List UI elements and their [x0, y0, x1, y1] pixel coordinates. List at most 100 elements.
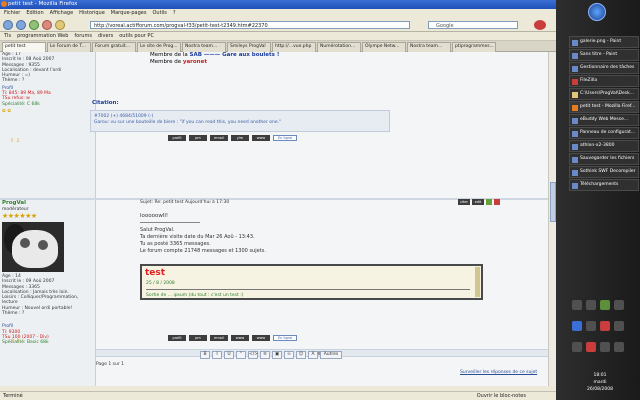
back-arrow-icon[interactable]	[3, 20, 13, 30]
tray-icon[interactable]	[586, 321, 596, 331]
edit-button[interactable]: edit	[472, 199, 484, 205]
tray-icon[interactable]	[572, 342, 582, 352]
link-button[interactable]: ∞	[284, 351, 294, 359]
taskbar-item[interactable]: Gestionnaire des tâches	[569, 62, 639, 74]
taskbar-item-active[interactable]: petit test - Mozilla Firef...	[569, 101, 639, 113]
sig-yaronet[interactable]: yaronet	[183, 59, 207, 65]
taskbar-item[interactable]: athlon-x2-3800	[569, 140, 639, 152]
pm-button[interactable]: pm	[189, 335, 207, 341]
taskbar-item[interactable]: Sothink SWF Decompiler	[569, 166, 639, 178]
tab-petit-test[interactable]: petit test	[2, 42, 46, 52]
notepad-link[interactable]: Ouvrir le bloc-notes	[477, 393, 526, 399]
tab-11[interactable]: ptiprogrammes...	[452, 42, 496, 52]
menu-tools[interactable]: Outils	[152, 10, 166, 17]
www-button[interactable]: www	[231, 335, 249, 341]
bookmark-programmation-web[interactable]: programmation Web	[17, 33, 68, 39]
pm-button[interactable]: pm	[189, 135, 207, 141]
code-button[interactable]: </>	[248, 351, 258, 359]
menu-file[interactable]: Fichier	[4, 10, 20, 17]
navigation-toolbar: http://voreal.actifforum.com/progval-f33…	[0, 18, 556, 32]
ip-icon[interactable]	[486, 199, 492, 205]
reload-icon[interactable]	[29, 20, 39, 30]
adblock-icon[interactable]	[534, 20, 546, 30]
menu-bookmarks[interactable]: Marque-pages	[111, 10, 147, 17]
tray-icon[interactable]	[586, 342, 596, 352]
bookmark-divers[interactable]: divers	[98, 33, 113, 39]
image-button[interactable]: ▣	[272, 351, 282, 359]
sig-text: ——— Gare aux boulets !	[203, 52, 280, 58]
italic-button[interactable]: I	[212, 351, 222, 359]
quote-button[interactable]: citer	[458, 199, 470, 205]
arrow-icons[interactable]: ⇧ ⇩	[10, 338, 20, 344]
taskbar-item[interactable]: eBuddy Web Messe...	[569, 114, 639, 126]
tray-icon[interactable]	[572, 321, 582, 331]
taskbar-item[interactable]: FileZilla	[569, 75, 639, 87]
windows-start-icon[interactable]	[588, 3, 606, 21]
more-select[interactable]: Autres	[320, 351, 342, 359]
menu-edit[interactable]: Edition	[26, 10, 43, 17]
pagination: Page 1 sur 1	[96, 362, 124, 367]
stat-line: Spécialité: C 68k	[2, 101, 40, 107]
bookmark-tls[interactable]: Tls	[4, 33, 11, 39]
www-button[interactable]: www	[252, 135, 270, 141]
color-button[interactable]: A	[308, 351, 318, 359]
search-input[interactable]: Google	[428, 21, 518, 29]
msn-button[interactable]: www	[252, 335, 270, 341]
menu-history[interactable]: Historique	[79, 10, 105, 17]
smiley-icon[interactable]: ☺	[296, 351, 306, 359]
task-label: petit test - Mozilla Firef...	[580, 104, 636, 109]
stop-icon[interactable]	[42, 20, 52, 30]
post2-username[interactable]: ProgVal	[2, 200, 26, 206]
profile-button[interactable]: profil	[168, 135, 186, 141]
avatar-cat-eye	[38, 240, 48, 250]
tab-7[interactable]: http://...vue.php	[272, 42, 316, 52]
post-text: Ta dernière visite date du Mar 26 Aoû - …	[140, 234, 255, 240]
tab-4[interactable]: Le site de Prog...	[137, 42, 181, 52]
tab-8[interactable]: Numérotation...	[317, 42, 361, 52]
tray-icon[interactable]	[572, 300, 582, 310]
tray-icon[interactable]	[600, 342, 610, 352]
tray-icon[interactable]	[586, 300, 596, 310]
clock-time: 18:01	[593, 373, 607, 378]
post-text: Tu as posté 3365 messages.	[140, 241, 211, 247]
tray-icon[interactable]	[614, 321, 624, 331]
tab-9[interactable]: Olympe Netw...	[362, 42, 406, 52]
taskbar-item[interactable]: galerie.png - Paint	[569, 36, 639, 48]
list-button[interactable]: ≡	[260, 351, 270, 359]
system-clock[interactable]: 18:01 mardi 26/08/2008	[570, 372, 630, 393]
post1-actions: profil pm email yim www En ligne	[168, 135, 297, 141]
watch-topic-link[interactable]: Surveiller les réponses de ce sujet	[460, 370, 537, 375]
bold-button[interactable]: B	[200, 351, 210, 359]
page-scrollbar[interactable]	[548, 52, 556, 386]
taskbar-item[interactable]: Sans titre - Paint	[569, 49, 639, 61]
tray-icon[interactable]	[614, 300, 624, 310]
home-icon[interactable]	[55, 20, 65, 30]
volume-icon[interactable]	[614, 342, 624, 352]
taskbar-item[interactable]: C:\Users\ProgVal\Desk...	[569, 88, 639, 100]
bookmark-forums[interactable]: forums	[74, 33, 92, 39]
email-button[interactable]: email	[210, 335, 228, 341]
arrow-icons[interactable]: ⇧ ⇩	[10, 138, 20, 144]
quote-button[interactable]: "	[236, 351, 246, 359]
menu-help[interactable]: ?	[173, 10, 176, 17]
taskbar-item[interactable]: Panneau de configurat...	[569, 127, 639, 139]
tab-2[interactable]: Le Forum de T...	[47, 42, 91, 52]
taskbar-item[interactable]: Téléchargements	[569, 179, 639, 191]
forward-arrow-icon[interactable]	[16, 20, 26, 30]
bookmark-outils[interactable]: outils pour PC	[119, 33, 154, 39]
tab-5[interactable]: Nostra team...	[182, 42, 226, 52]
profile-button[interactable]: profil	[168, 335, 186, 341]
underline-button[interactable]: U	[224, 351, 234, 359]
delete-icon[interactable]	[494, 199, 500, 205]
tab-6[interactable]: Smileys ProgVal	[227, 42, 271, 52]
tab-3[interactable]: Forum gratuit...	[92, 42, 136, 52]
url-input[interactable]: http://voreal.actifforum.com/progval-f33…	[90, 21, 410, 29]
yim-button[interactable]: yim	[231, 135, 249, 141]
email-button[interactable]: email	[210, 135, 228, 141]
tray-icon[interactable]	[600, 300, 610, 310]
taskbar-item[interactable]: Sauvegarder les fichiers	[569, 153, 639, 165]
sig-scrollbar[interactable]	[475, 267, 480, 297]
tab-10[interactable]: Nostra team...	[407, 42, 451, 52]
menu-view[interactable]: Affichage	[50, 10, 74, 17]
tray-icon[interactable]	[600, 321, 610, 331]
